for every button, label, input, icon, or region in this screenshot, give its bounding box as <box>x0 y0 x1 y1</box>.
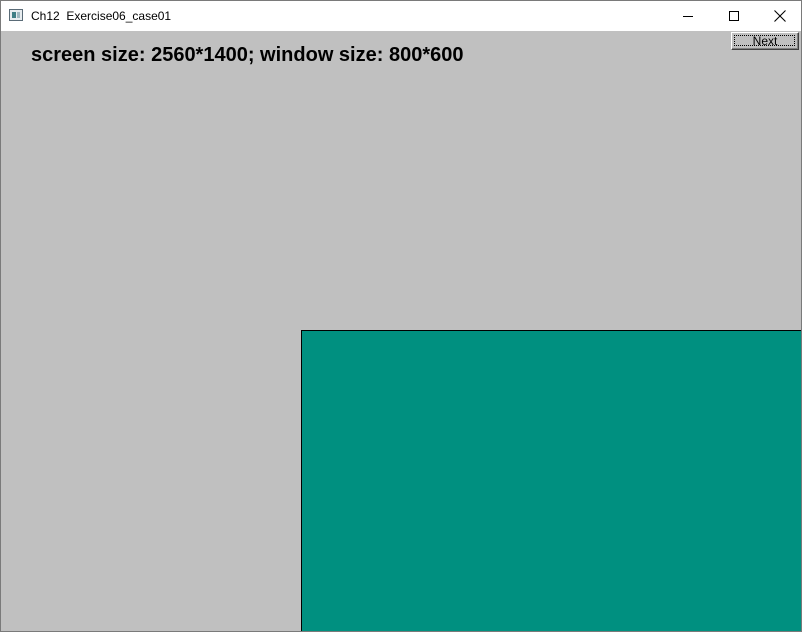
maximize-button[interactable] <box>711 1 757 31</box>
next-button[interactable]: Next <box>731 32 799 50</box>
close-icon <box>774 10 786 22</box>
close-button[interactable] <box>757 1 801 31</box>
screen-info-text: screen size: 2560*1400; window size: 800… <box>31 44 464 66</box>
focus-rect <box>734 35 795 46</box>
app-window-icon[interactable] <box>9 9 23 21</box>
teal-rectangle <box>301 330 801 631</box>
app-window: Ch12 Exercise06_case01 screen size: 2560… <box>0 0 802 632</box>
minimize-button[interactable] <box>665 1 711 31</box>
window-title: Ch12 Exercise06_case01 <box>31 9 172 23</box>
title-bar[interactable]: Ch12 Exercise06_case01 <box>1 1 801 31</box>
client-area: screen size: 2560*1400; window size: 800… <box>1 31 801 631</box>
